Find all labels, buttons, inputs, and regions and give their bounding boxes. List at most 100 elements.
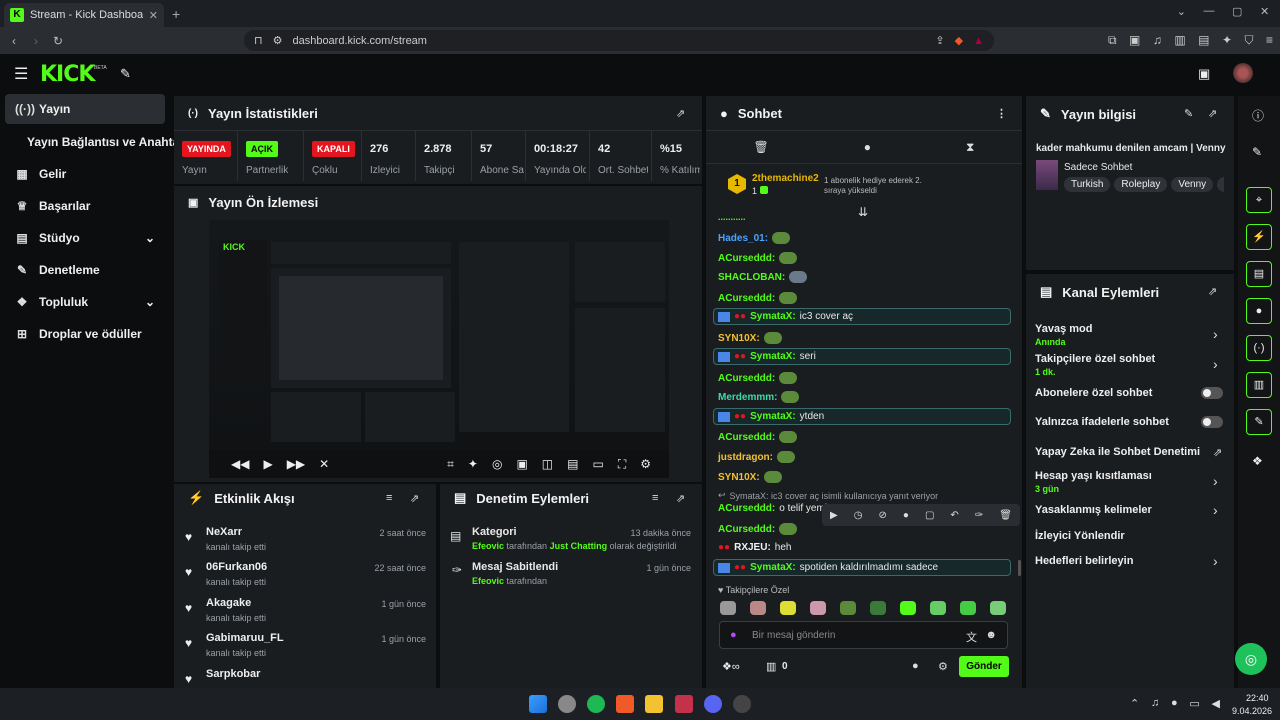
chat-username[interactable]: SYN10X: — [718, 472, 760, 483]
emote-icon[interactable] — [720, 601, 736, 615]
emotes-only-toggle[interactable] — [1201, 416, 1223, 428]
sidebar-item-droplar[interactable]: ⊞ Droplar ve ödüller — [5, 319, 165, 349]
emote-icon[interactable] — [960, 601, 976, 615]
rewards-icon[interactable]: ▲ — [973, 35, 984, 47]
follower-name[interactable]: NeXarr — [206, 526, 242, 538]
chat-username[interactable]: justdragon: — [718, 452, 773, 463]
rail-broadcast-icon[interactable]: (·) — [1246, 335, 1272, 361]
category-name[interactable]: Just Chatting — [550, 541, 608, 551]
chevron-right-icon[interactable]: › — [1213, 356, 1218, 372]
chat-username[interactable]: SYN10X: — [718, 333, 760, 344]
filter-icon[interactable]: ≡ — [386, 492, 392, 504]
hourglass-icon[interactable]: ⧗ — [966, 140, 974, 155]
filter-icon[interactable]: ≡ — [652, 492, 658, 504]
follower-name[interactable]: 06Furkan06 — [206, 561, 267, 573]
chat-username[interactable]: SymataX: — [750, 562, 796, 573]
start-menu-icon[interactable] — [529, 695, 547, 713]
play-icon[interactable]: ▶ — [263, 457, 272, 471]
edit-icon[interactable]: ✎ — [1252, 145, 1262, 159]
category-name[interactable]: Sadece Sohbet — [1064, 162, 1132, 173]
chat-username[interactable]: SHACLOBAN: — [718, 272, 785, 283]
kick-logo[interactable]: KICK — [40, 62, 95, 87]
clip-icon[interactable]: ▣ — [516, 457, 527, 471]
chat-username[interactable]: SymataX: — [750, 411, 796, 422]
stream-video[interactable]: KICK ◀◀ ▶ ▶▶ ✕ ⌗ ✦ ◎ ▣ ◫ ▤ ▭ ⛶ ⚙ — [209, 220, 669, 478]
chat-message[interactable]: SYN10X: — [718, 332, 782, 344]
chat-username[interactable]: ACurseddd: — [718, 503, 775, 514]
tools-icon[interactable]: ✎ — [120, 66, 131, 82]
popout-icon[interactable]: ⇗ — [410, 492, 419, 505]
store-icon[interactable]: ▥ — [766, 660, 776, 673]
follower-name[interactable]: Akagake — [206, 597, 251, 609]
info-icon[interactable]: ⓘ — [1252, 107, 1264, 124]
popout-icon[interactable]: ⇗ — [676, 107, 685, 120]
setting-raid[interactable]: İzleyici Yönlendir — [1035, 530, 1225, 542]
chat-message[interactable]: Hades_01: — [718, 232, 791, 244]
chevron-right-icon[interactable]: › — [1213, 326, 1218, 342]
chat-username[interactable]: ACurseddd: — [718, 373, 775, 384]
reply-icon[interactable]: ● — [903, 510, 909, 521]
send-button[interactable]: Gönder — [959, 656, 1009, 677]
chat-username[interactable]: ACurseddd: — [718, 293, 775, 304]
sidebar-item-stream-key[interactable]: Yayın Bağlantısı ve Anahtarı — [5, 127, 187, 157]
forward-icon[interactable]: › — [28, 34, 44, 48]
sidebar-item-yayin[interactable]: ((·)) Yayın — [5, 94, 165, 124]
rail-focus-icon[interactable]: ⌖ — [1246, 187, 1272, 213]
rail-wrench-icon[interactable]: ✎ — [1246, 409, 1272, 435]
gifter-name[interactable]: 2themachine2 — [752, 173, 819, 184]
popout-icon[interactable]: ⇗ — [676, 492, 685, 505]
taskbar-app-icon[interactable] — [675, 695, 693, 713]
reload-icon[interactable]: ↻ — [50, 34, 66, 48]
chat-username[interactable]: ACurseddd: — [718, 432, 775, 443]
speed-icon[interactable]: ◎ — [492, 457, 502, 471]
microphone-icon[interactable]: ● — [730, 629, 737, 641]
copy-icon[interactable]: ▢ — [925, 510, 934, 521]
url-text[interactable]: dashboard.kick.com/stream — [292, 35, 427, 47]
theater-icon[interactable]: ▭ — [592, 457, 603, 471]
chat-username[interactable]: SymataX: — [750, 311, 796, 322]
pin-icon[interactable]: ✑ — [975, 510, 983, 521]
emoji-icon[interactable]: ☻ — [985, 629, 997, 641]
trash-icon[interactable]: 🗑 — [754, 140, 769, 154]
gear-icon[interactable]: ⚙ — [938, 660, 948, 673]
ban-icon[interactable]: ⊘ — [878, 510, 886, 521]
undo-icon[interactable]: ↶ — [950, 510, 958, 521]
scroll-to-pinned-icon[interactable]: ⇊ — [858, 205, 868, 219]
chat-message[interactable]: justdragon: — [718, 451, 795, 463]
chat-input[interactable]: ● Bir mesaj gönderin 文 ☻ — [719, 621, 1008, 649]
avatar[interactable] — [1233, 63, 1253, 83]
tag-pill[interactable]: Turkish — [1064, 177, 1111, 192]
rail-actions-icon[interactable]: ▥ — [1246, 372, 1272, 398]
chat-mode-icon[interactable]: ● — [864, 140, 871, 154]
chat-message[interactable]: ACurseddd: — [718, 292, 798, 304]
sidebar-item-basarilar[interactable]: ♕ Başarılar — [5, 191, 165, 221]
tag-pill[interactable]: fiv — [1217, 177, 1224, 192]
address-bar[interactable]: ⊓ ⚙ dashboard.kick.com/stream ⇪ ◆ ▲ — [244, 30, 994, 51]
chat-username[interactable]: Merdemmm: — [718, 392, 777, 403]
sidebar-item-gelir[interactable]: ▦ Gelir — [5, 159, 165, 189]
emote-icon[interactable] — [870, 601, 886, 615]
browser-tab[interactable]: K Stream - Kick Dashboard ✕ — [4, 3, 164, 27]
window-controls[interactable]: ⌄ — ▢ ✕ — [1168, 5, 1278, 18]
chevron-right-icon[interactable]: › — [1213, 502, 1218, 518]
chat-input-placeholder[interactable]: Bir mesaj gönderin — [752, 630, 835, 641]
browser-extensions[interactable]: ⧉ ▣ ♫ ▥ ▤ ✦ ⛉ ≡ — [1108, 33, 1273, 48]
chat-message[interactable]: ACurseddd: o telif yemiş — [718, 503, 832, 514]
tag-pill[interactable]: Venny — [1171, 177, 1214, 192]
setting-slow-mode[interactable]: Yavaş mod Anında — [1035, 323, 1225, 347]
rail-community-icon[interactable]: ❖ — [1252, 454, 1263, 468]
popout-icon[interactable]: ⇗ — [1208, 107, 1217, 120]
rail-lightning-icon[interactable]: ⚡ — [1246, 224, 1272, 250]
chat-message[interactable]: ●● RXJEU: heh — [718, 542, 791, 553]
emote-icon[interactable] — [990, 601, 1006, 615]
moderator-name[interactable]: Efeovic — [472, 576, 504, 586]
chat-username[interactable]: Hades_01: — [718, 233, 768, 244]
setting-followers-only[interactable]: Takipçilere özel sohbet 1 dk. — [1035, 353, 1225, 377]
translate-icon[interactable]: 文 — [966, 629, 977, 645]
chat-message[interactable]: SHACLOBAN: — [718, 271, 808, 283]
spotify-icon[interactable] — [587, 695, 605, 713]
site-info-icon[interactable]: ⚙ — [273, 34, 283, 47]
sidebar-item-topluluk[interactable]: ❖ Topluluk ⌄ — [5, 287, 165, 317]
timeout-icon[interactable]: ◷ — [854, 510, 863, 521]
forward-icon[interactable]: ▶▶ — [287, 457, 305, 471]
